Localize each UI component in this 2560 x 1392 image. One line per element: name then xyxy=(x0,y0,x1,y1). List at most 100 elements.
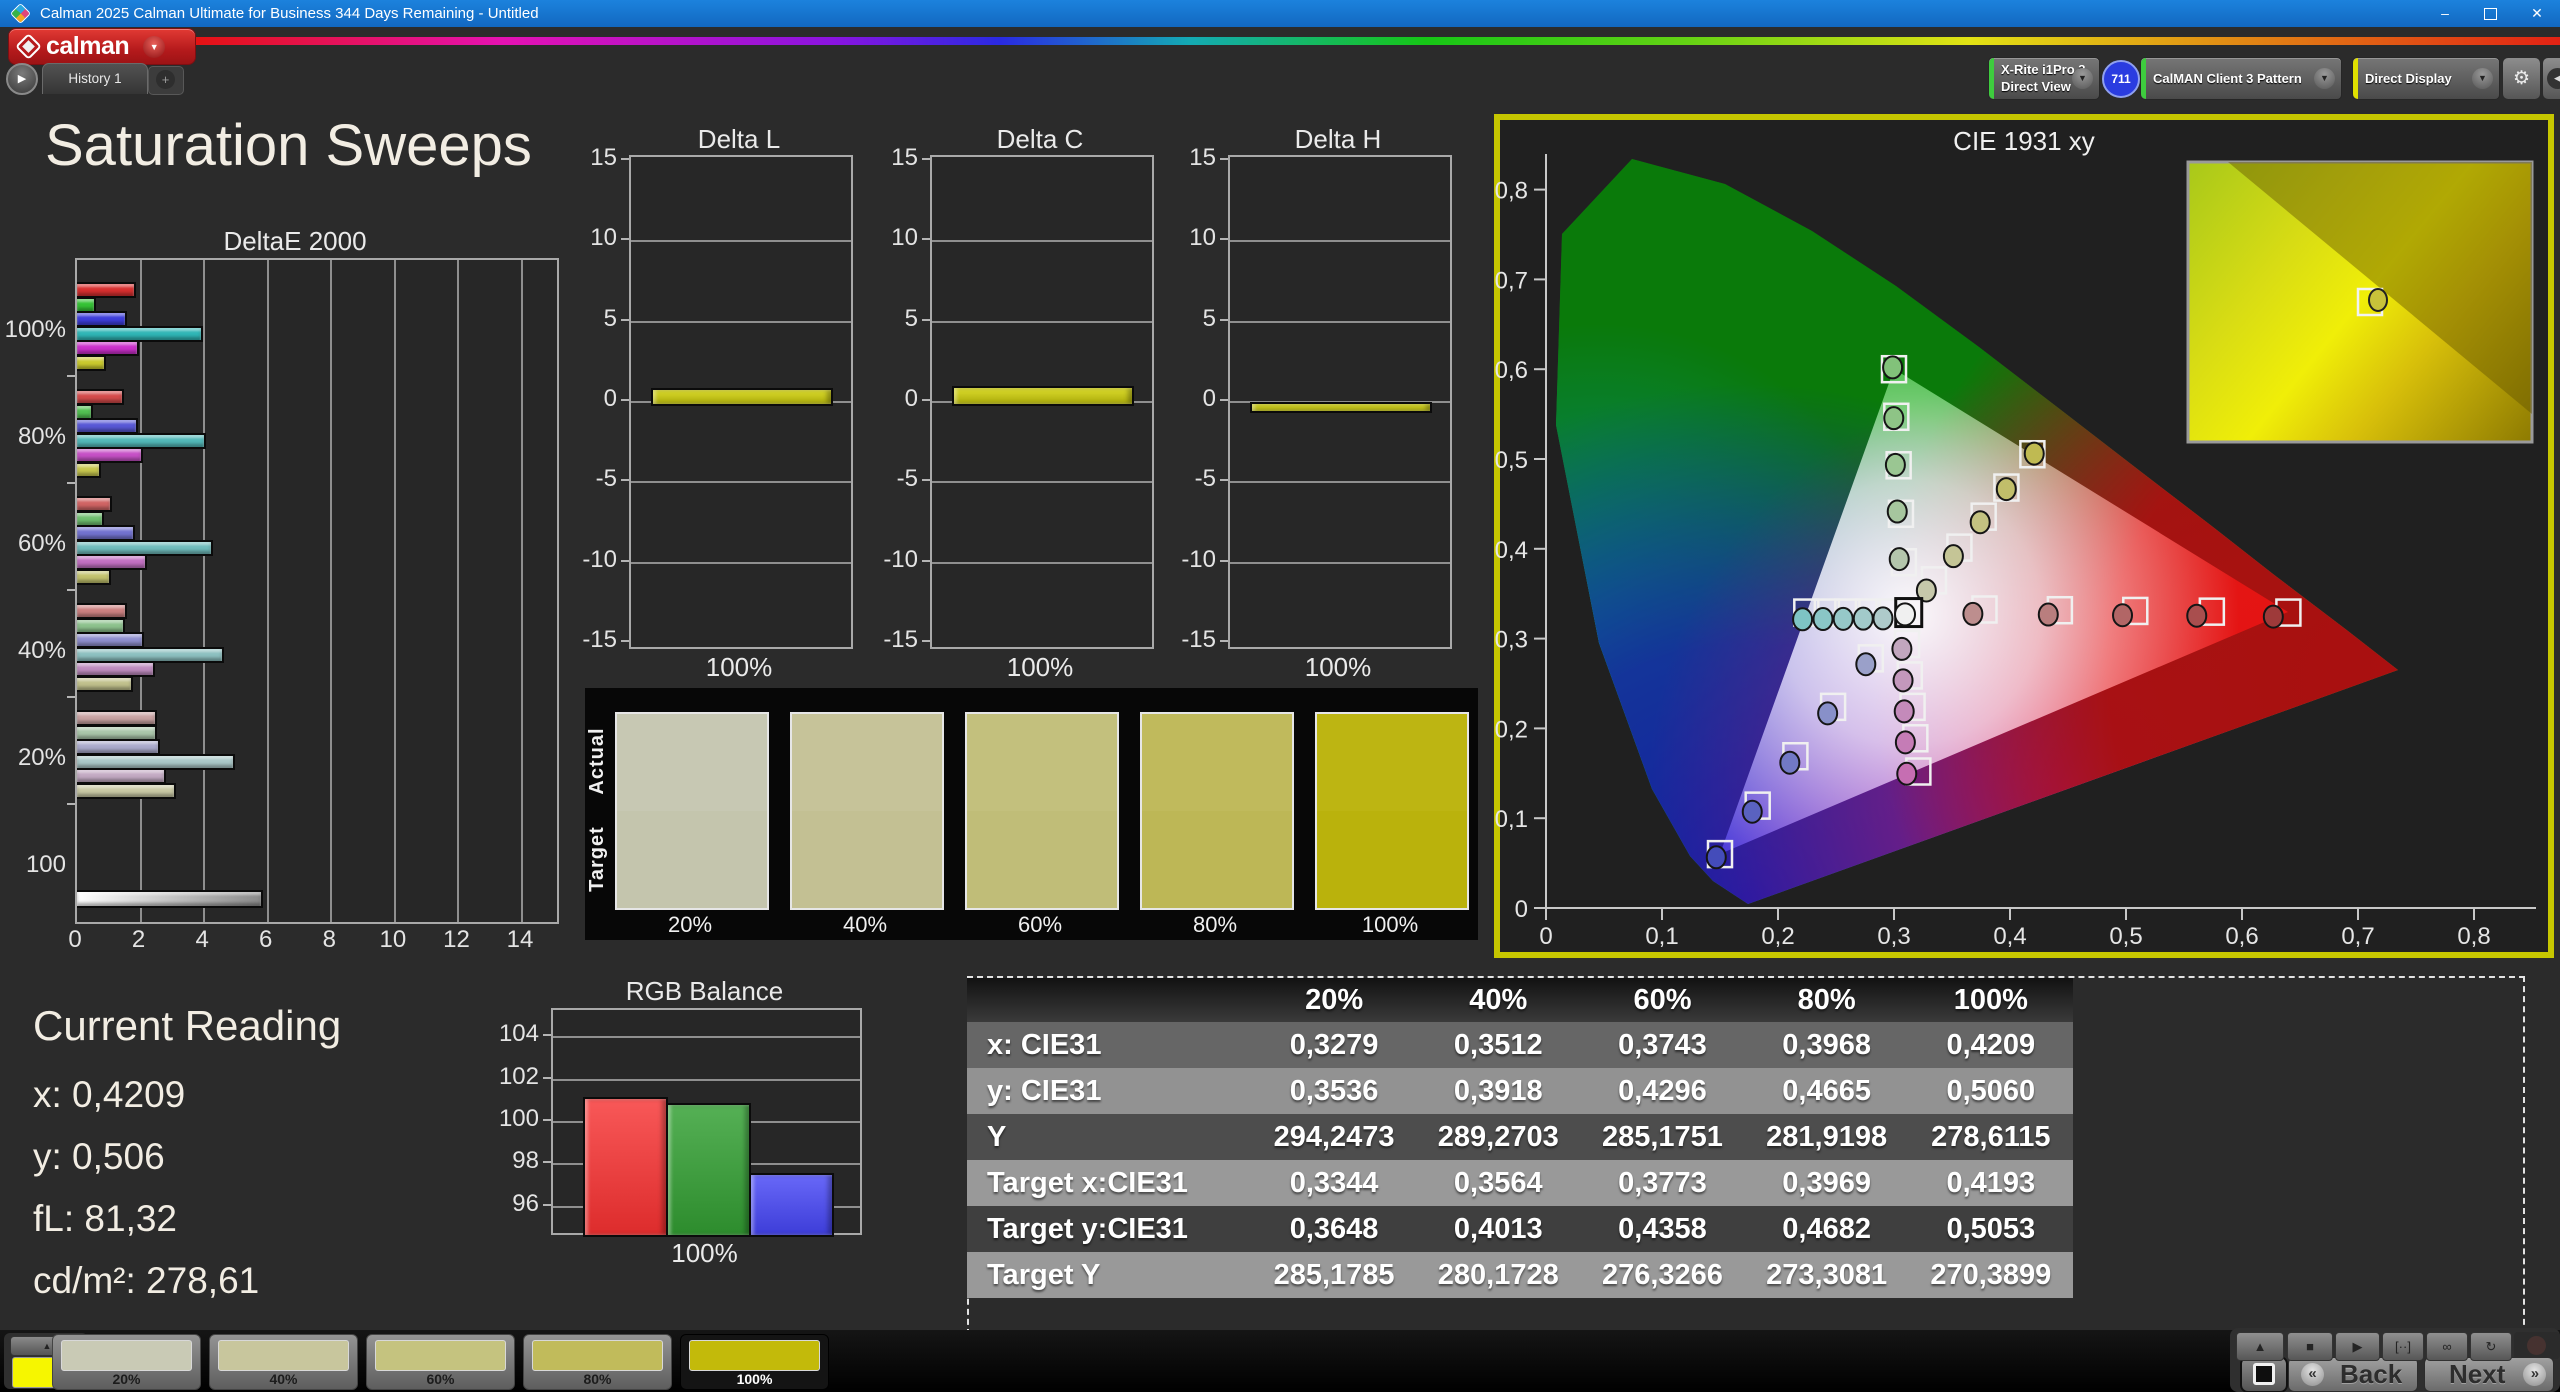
pattern-button-100%[interactable]: 100% xyxy=(680,1334,829,1390)
gridline xyxy=(932,562,1152,564)
table-row: Target y:CIE310,36480,40130,43580,46820,… xyxy=(967,1206,2073,1252)
display-control-dropdown[interactable]: Direct Display Control ▼ xyxy=(2352,57,2500,100)
measured-dot-cyan xyxy=(1854,608,1873,630)
measured-dot-blue xyxy=(1780,752,1799,774)
table-cell: 0,3918 xyxy=(1416,1068,1580,1114)
delta_c-chart xyxy=(930,155,1154,649)
gridline xyxy=(140,260,142,922)
table-row: Y294,2473289,2703285,1751281,9198278,611… xyxy=(967,1114,2073,1160)
collapse-up-icon-button[interactable]: ▲ xyxy=(2236,1332,2284,1361)
measured-dot-cyan xyxy=(1814,608,1833,630)
table-cell: 0,4682 xyxy=(1745,1206,1909,1252)
x-axis-tick-label: 0,7 xyxy=(2341,923,2374,950)
table-cell: 285,1751 xyxy=(1580,1114,1744,1160)
axis-tick xyxy=(1220,640,1228,642)
measured-dot-white xyxy=(1895,603,1915,625)
pattern-button-80%[interactable]: 80% xyxy=(523,1334,672,1390)
pattern-window-icon-button[interactable]: [··] xyxy=(2382,1332,2424,1361)
tab-history-1[interactable]: History 1 xyxy=(42,63,148,94)
stop-icon-button[interactable]: ■ xyxy=(2287,1332,2333,1361)
y-axis-tick-label: 5 xyxy=(868,305,918,333)
target-swatch xyxy=(792,811,942,908)
table-cell: 0,5053 xyxy=(1909,1206,2073,1252)
axis-tick xyxy=(543,1161,551,1163)
actual-row-label: Actual xyxy=(586,711,608,811)
stop-measurement-button[interactable] xyxy=(2240,1356,2288,1392)
axis-tick xyxy=(922,399,930,401)
reading-line: cd/m²: 278,61 xyxy=(33,1260,259,1302)
pattern-button-20%[interactable]: 20% xyxy=(52,1334,201,1390)
deltae-bar-cyan xyxy=(77,326,203,342)
y-axis-tick-label: 0,2 xyxy=(1495,716,1528,743)
pattern-button-40%[interactable]: 40% xyxy=(209,1334,358,1390)
table-cell: 280,1728 xyxy=(1416,1252,1580,1298)
y-axis-tick-label: 5 xyxy=(1166,305,1216,333)
deltae-bar-magenta xyxy=(77,340,139,356)
axis-tick xyxy=(1220,399,1228,401)
deltae-bar-green xyxy=(77,618,125,634)
meter-dropdown[interactable]: X-Rite i1Pro 3 Direct View ▼ xyxy=(1988,57,2100,100)
deltae-bar-blue xyxy=(77,632,144,648)
axis-tick xyxy=(67,482,75,484)
continuous-icon-button[interactable]: ∞ xyxy=(2426,1332,2468,1361)
pattern-generator-dropdown[interactable]: CalMAN Client 3 Pattern Generator ▼ xyxy=(2140,57,2342,100)
x-axis-tick-label: 6 xyxy=(246,926,286,954)
calman-app-icon xyxy=(11,4,29,22)
measured-dot-cyan xyxy=(1873,607,1892,629)
x-axis-tick-label: 8 xyxy=(309,926,349,954)
gridline xyxy=(521,260,523,922)
cie-1931-diagram: CIE 1931 xy 00,10,20,30,40,50,60,70,80,8… xyxy=(1494,114,2554,958)
rainbow-divider xyxy=(196,37,2560,45)
table-row-label: Target x:CIE31 xyxy=(967,1160,1252,1206)
collapse-panel-button[interactable]: ◀ xyxy=(2542,57,2560,100)
table-cell: 0,3536 xyxy=(1252,1068,1416,1114)
chevron-down-icon: ▼ xyxy=(2472,68,2493,89)
y-axis-tick-label: -10 xyxy=(1166,546,1216,574)
table-cell: 0,4013 xyxy=(1416,1206,1580,1252)
chevron-down-icon: ▼ xyxy=(2072,68,2093,89)
x-axis-tick-label: 4 xyxy=(182,926,222,954)
back-button[interactable]: « Back xyxy=(2288,1357,2418,1392)
x-axis-tick-label: 14 xyxy=(500,926,540,954)
settings-gear-button[interactable]: ⚙ xyxy=(2502,57,2541,100)
layout-nav-button[interactable]: ▶ xyxy=(6,63,38,95)
swatch-column-60% xyxy=(965,712,1119,910)
axis-tick xyxy=(1220,479,1228,481)
swatch-column-label: 40% xyxy=(788,912,942,938)
axis-tick xyxy=(543,1077,551,1079)
y-axis-tick-label: 0 xyxy=(1166,385,1216,413)
meter-mode: Direct View xyxy=(2001,79,2071,94)
reading-line: fL: 81,32 xyxy=(33,1198,177,1240)
delta_c-bar xyxy=(952,386,1134,406)
page-title: Saturation Sweeps xyxy=(45,112,532,179)
actual-swatch xyxy=(792,714,942,811)
deltae-bar-white xyxy=(77,890,263,908)
calman-menu-button[interactable]: calman ▼ xyxy=(8,28,196,65)
gridline xyxy=(631,240,851,242)
pattern-button-60%[interactable]: 60% xyxy=(366,1334,515,1390)
next-button[interactable]: Next » xyxy=(2424,1357,2554,1392)
measured-dot-magenta xyxy=(1897,763,1916,785)
delta_l-title: Delta L xyxy=(589,124,889,155)
y-axis-tick-label: -5 xyxy=(567,465,617,493)
axis-tick xyxy=(1220,158,1228,160)
minimize-button[interactable]: – xyxy=(2422,0,2468,27)
table-row-label: x: CIE31 xyxy=(967,1022,1252,1068)
target-swatch xyxy=(967,811,1117,908)
refresh-icon-button[interactable]: ↻ xyxy=(2470,1332,2512,1361)
deltae-bar-magenta xyxy=(77,447,143,463)
close-button[interactable]: ✕ xyxy=(2514,0,2560,27)
reading-line: y: 0,506 xyxy=(33,1136,165,1178)
gridline xyxy=(457,260,459,922)
play-icon-button[interactable]: ▶ xyxy=(2335,1332,2380,1361)
group-label: 60% xyxy=(0,530,66,558)
maximize-button[interactable] xyxy=(2468,0,2514,27)
gridline xyxy=(1230,562,1450,564)
add-tab-button[interactable]: + xyxy=(148,66,184,95)
rgb-balance-chart xyxy=(551,1008,862,1235)
deltae-bar-yellow xyxy=(77,355,106,371)
x-axis-tick-label: 2 xyxy=(119,926,159,954)
delta_h-chart xyxy=(1228,155,1452,649)
measured-dot-red xyxy=(2039,604,2058,626)
meter-count-badge[interactable]: 711 xyxy=(2102,60,2140,98)
